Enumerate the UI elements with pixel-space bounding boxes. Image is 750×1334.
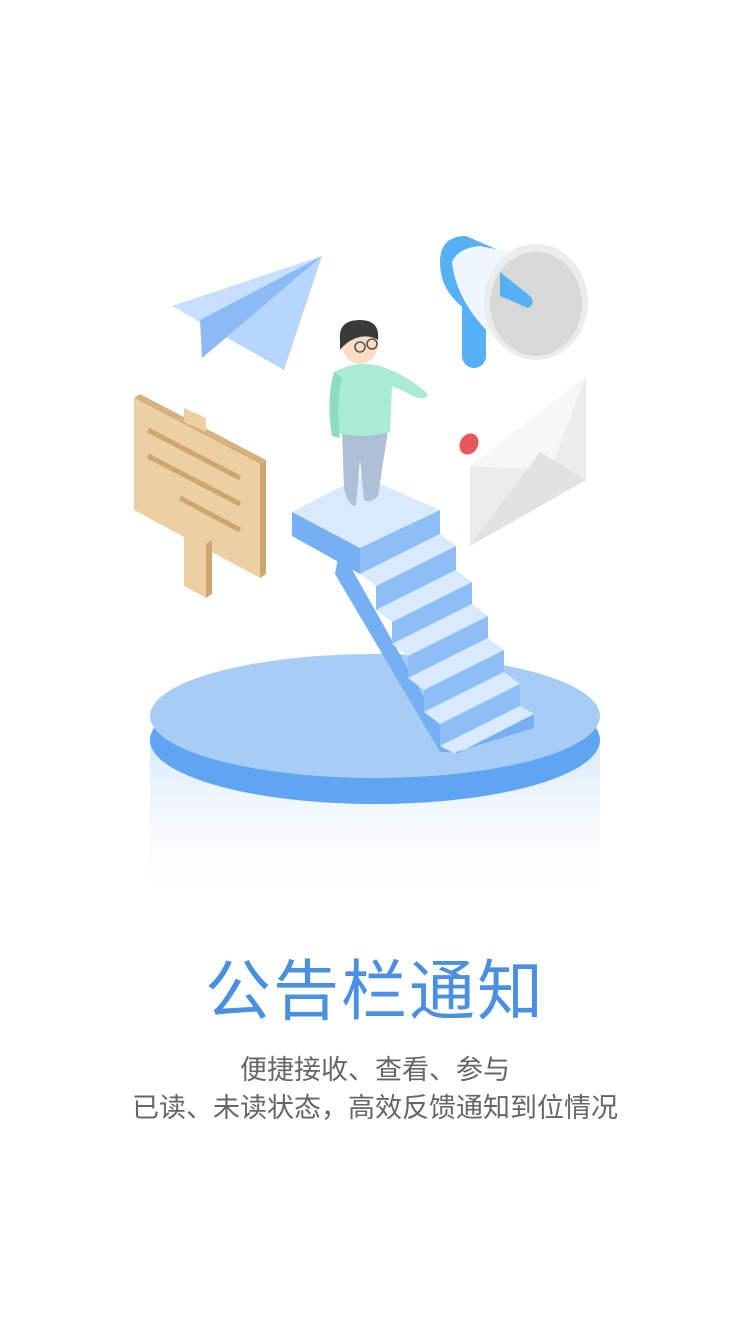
onboarding-illustration [134, 236, 600, 905]
paper-plane-icon [172, 256, 322, 370]
megaphone-icon [440, 236, 588, 368]
platform-icon [150, 654, 600, 905]
description-line-2: 已读、未读状态，高效反馈通知到位情况 [132, 1093, 618, 1124]
description-line-1: 便捷接收、查看、参与 [240, 1055, 510, 1086]
feature-description: 便捷接收、查看、参与 已读、未读状态，高效反馈通知到位情况 [0, 1052, 750, 1128]
envelope-icon [459, 376, 586, 546]
signboard-icon [134, 394, 266, 598]
person-icon [329, 320, 428, 506]
page-title: 公告栏通知 [205, 953, 545, 1030]
